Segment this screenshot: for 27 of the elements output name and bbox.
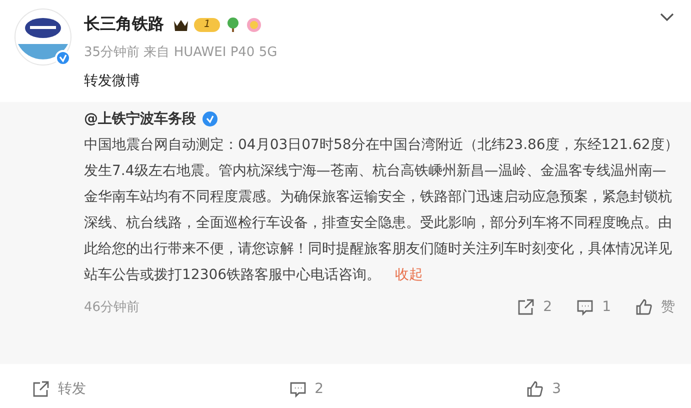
repost-author[interactable]: @上铁宁波车务段 <box>84 110 196 128</box>
comment-button[interactable]: 1 <box>576 298 611 316</box>
comment-icon <box>288 380 307 398</box>
thumbs-up-icon <box>635 298 653 316</box>
comment-icon <box>576 298 594 316</box>
tree-icon <box>225 16 242 32</box>
crown-icon <box>173 18 189 32</box>
repost-button[interactable]: 2 <box>517 298 552 316</box>
verified-icon <box>202 111 218 127</box>
post-time: 35分钟前 <box>84 45 140 60</box>
vip-level-badge: 1 <box>194 18 220 32</box>
repost-text: 中国地震台网自动测定：04月03日07时58分在中国台湾附近（北纬23.86度，东经121.62度）发生7.4级左右地震。管内杭深线宁海—苍南、杭台高铁嵊州新昌—温岭、金温客专线温州南—金华南车站均有不同程度震感。为确保旅客运输安全，铁路部门迅速启动应急预案，紧急封锁杭深线、杭台线路，全面巡检行车设备，排查安全隐患。受此影响，部分列车将不同程度晚点。由此给您的出行带来不便，请您谅解！同时提醒旅客朋友们随时关注列车时刻变化，具体情况详见站车公告或拨打12306铁路客服中心电话咨询。 收起 <box>84 136 679 285</box>
share-icon <box>32 380 50 398</box>
like-button[interactable]: 3 <box>526 374 561 404</box>
repost-time: 46分钟前 <box>84 299 140 316</box>
author-name[interactable]: 长三角铁路 <box>84 14 164 35</box>
post-source: 来自 HUAWEI P40 5G <box>144 45 278 60</box>
chevron-down-icon[interactable] <box>659 12 675 22</box>
share-icon <box>517 298 536 316</box>
collapse-link[interactable]: 收起 <box>395 267 423 283</box>
comment-button[interactable]: 2 <box>288 374 324 404</box>
repost-button[interactable]: 转发 <box>32 374 86 404</box>
post-text: 转发微博 <box>83 72 141 91</box>
avatar-logo-icon[interactable] <box>14 8 72 66</box>
like-button[interactable]: 赞 <box>635 298 675 316</box>
thumbs-up-icon <box>526 380 544 398</box>
flower-icon <box>246 16 262 32</box>
